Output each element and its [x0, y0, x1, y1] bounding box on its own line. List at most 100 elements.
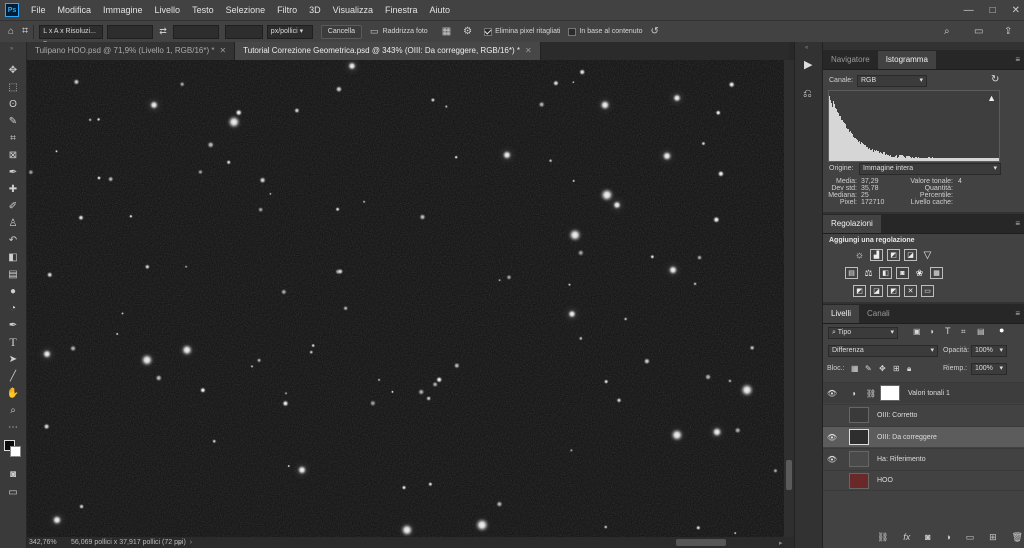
swap-dimensions-icon[interactable]: ⇄	[159, 26, 167, 37]
history-brush-icon[interactable]: ↶	[4, 232, 22, 248]
resolution-field[interactable]	[225, 25, 263, 39]
menu-finestra[interactable]: Finestra	[379, 0, 424, 20]
crop-icon[interactable]: ⌗	[4, 130, 22, 146]
close-button[interactable]: ✕	[1012, 5, 1020, 16]
channel-select[interactable]: RGB ▾	[857, 75, 927, 87]
exposure-icon[interactable]: ◪	[904, 249, 917, 261]
selective-color-icon[interactable]: ✕	[904, 285, 917, 297]
filter-type-icon[interactable]: T	[945, 326, 951, 336]
layer-row-selected[interactable]: 👁︎ OIII: Da correggere	[823, 426, 1024, 447]
curves-icon[interactable]: ◩	[887, 249, 900, 261]
gradient-map-icon[interactable]: ▭	[921, 285, 934, 297]
quick-mask-icon[interactable]: ◙	[4, 466, 22, 482]
filter-smart-icon[interactable]: ▤	[977, 327, 985, 336]
visibility-toggle-empty[interactable]: ▫	[823, 476, 841, 485]
color-balance-icon[interactable]: ⚖	[862, 267, 875, 279]
fx-icon[interactable]: fx	[903, 532, 910, 543]
horizontal-scroll-thumb[interactable]	[676, 539, 726, 546]
home-icon[interactable]: ⌂	[8, 26, 14, 37]
menu-immagine[interactable]: Immagine	[97, 0, 149, 20]
lock-position-icon[interactable]: ✥	[879, 364, 886, 373]
photo-filter-icon[interactable]: ◙	[896, 267, 909, 279]
new-group-icon[interactable]: ▭	[966, 532, 975, 543]
filter-shape-icon[interactable]: ⌗	[961, 327, 966, 337]
layer-thumbnail[interactable]	[849, 407, 869, 423]
warning-icon[interactable]: ▲	[987, 93, 996, 103]
grid-overlay-icon[interactable]: ▦	[442, 26, 451, 37]
brush-icon[interactable]: ✐	[4, 198, 22, 214]
cancel-button[interactable]: Cancella	[321, 25, 362, 39]
trash-icon[interactable]: 🗑︎	[1012, 532, 1023, 543]
layer-mask-thumbnail[interactable]	[880, 385, 900, 401]
menu-aiuto[interactable]: Aiuto	[424, 0, 457, 20]
ratio-select[interactable]: L x A x Risoluzi... ▾	[39, 25, 103, 39]
minimize-button[interactable]: —	[964, 5, 974, 16]
units-select[interactable]: px/pollici ▾	[267, 25, 313, 39]
layer-filter-select[interactable]: ⌕ Tipo ▾	[828, 327, 898, 339]
tools-collapse-icon[interactable]: »	[10, 46, 13, 52]
vibrance-icon[interactable]: ▽	[921, 249, 934, 261]
layer-thumbnail[interactable]	[849, 473, 869, 489]
layer-row[interactable]: 👁︎ ◑ ⛓︎ Valori tonali 1	[823, 382, 1024, 403]
layer-name[interactable]: HOO	[877, 477, 893, 484]
content-aware-label[interactable]: In base al contenuto	[579, 28, 642, 35]
strip-collapse-icon[interactable]: «	[805, 45, 808, 51]
tab-istogramma[interactable]: Istogramma	[878, 51, 936, 69]
zoom-icon[interactable]: ⌕	[4, 402, 22, 418]
eyedropper-icon[interactable]: ✒	[4, 164, 22, 180]
dodge-icon[interactable]: ◔	[4, 300, 22, 316]
layer-thumbnail[interactable]	[849, 429, 869, 445]
black-white-icon[interactable]: ◧	[879, 267, 892, 279]
tab-navigatore[interactable]: Navigatore	[823, 51, 878, 69]
filter-toggle-icon[interactable]: ●	[999, 325, 1004, 335]
layer-name[interactable]: Valori tonali 1	[908, 390, 950, 397]
lock-artboard-icon[interactable]: ⊞	[893, 364, 900, 373]
delete-cropped-checkbox[interactable]	[484, 28, 492, 36]
scroll-left-icon[interactable]: ◂	[177, 539, 181, 547]
filter-adjustment-icon[interactable]: ◑	[929, 327, 934, 336]
straighten-label[interactable]: Raddrizza foto	[383, 28, 428, 35]
invert-icon[interactable]: ◩	[853, 285, 866, 297]
menu-modifica[interactable]: Modifica	[52, 0, 98, 20]
maximize-button[interactable]: □	[990, 5, 996, 16]
new-adjustment-icon[interactable]: ◑	[945, 532, 950, 543]
new-layer-icon[interactable]: ⊞	[989, 532, 997, 543]
filter-pixel-icon[interactable]: ▣	[913, 327, 921, 336]
lock-transparency-icon[interactable]: ▦	[851, 364, 859, 373]
content-aware-checkbox[interactable]	[568, 28, 576, 36]
lock-all-icon[interactable]: 🔒︎	[907, 364, 911, 374]
fill-field[interactable]: 100% ▾	[971, 363, 1007, 375]
hue-saturation-icon[interactable]: ▤	[845, 267, 858, 279]
settings-gear-icon[interactable]: ⚙	[463, 26, 472, 37]
frame-icon[interactable]: ⊠	[4, 147, 22, 163]
vertical-scroll-thumb[interactable]	[786, 460, 792, 490]
move-icon[interactable]: ✥	[4, 62, 22, 78]
reset-icon[interactable]: ↺	[651, 26, 659, 37]
layer-name[interactable]: Ha: Riferimento	[877, 456, 926, 463]
play-actions-icon[interactable]: ▶	[804, 58, 812, 71]
layer-thumbnail[interactable]	[849, 451, 869, 467]
panel-menu-icon[interactable]: ≡	[1015, 309, 1020, 318]
scroll-right-icon[interactable]: ▸	[779, 539, 783, 547]
stamp-icon[interactable]: ♙	[4, 215, 22, 231]
layer-name[interactable]: OIII: Da correggere	[877, 434, 937, 441]
layer-name[interactable]: OIII: Corretto	[877, 412, 917, 419]
opacity-field[interactable]: 100% ▾	[971, 345, 1007, 357]
channel-mixer-icon[interactable]: ❀	[913, 267, 926, 279]
line-icon[interactable]: ╱	[4, 368, 22, 384]
workspace-icon[interactable]: ▭	[974, 26, 983, 37]
visibility-eye-icon[interactable]: 👁︎	[823, 389, 841, 398]
width-field[interactable]	[107, 25, 153, 39]
straighten-icon[interactable]: ▭	[370, 26, 379, 37]
panel-menu-icon[interactable]: ≡	[1015, 55, 1020, 64]
healing-icon[interactable]: ✚	[4, 181, 22, 197]
screen-mode-icon[interactable]: ▭	[4, 484, 22, 500]
levels-icon[interactable]: ▟	[870, 249, 883, 261]
add-mask-icon[interactable]: ◙	[925, 532, 930, 543]
refresh-icon[interactable]: ↻	[991, 74, 999, 85]
history-icon[interactable]: ⎌	[803, 88, 812, 101]
delete-cropped-label[interactable]: Elimina pixel ritagliati	[495, 28, 560, 35]
layer-row[interactable]: ▫ OIII: Corretto	[823, 404, 1024, 425]
more-icon[interactable]: ⋯	[4, 419, 22, 435]
close-tab-icon[interactable]: ✕	[525, 46, 532, 55]
